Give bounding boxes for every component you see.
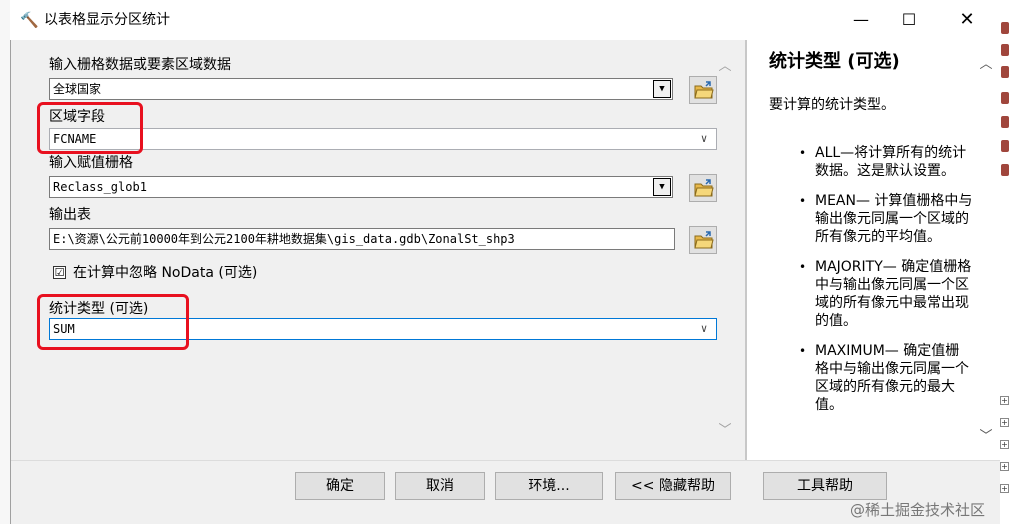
toolbox-icon [1001,140,1009,152]
expand-icon[interactable]: + [1000,418,1009,427]
dropdown-arrow-icon[interactable]: ▼ [653,178,671,196]
toolbox-icon [1001,92,1009,104]
scroll-down-icon[interactable]: ﹀ [977,428,995,446]
highlight-box-zone-field [37,102,143,154]
window-title: 以表格显示分区统计 [44,12,170,28]
expand-icon[interactable]: + [1000,462,1009,471]
background-window-left-strip [0,0,10,524]
dropdown-arrow-icon[interactable]: ▼ [653,80,671,98]
chevron-down-icon[interactable]: ∨ [696,130,712,148]
list-item: • ALL—将计算所有的统计数据。这是默认设置。 [799,145,967,179]
title-bar[interactable]: 🔨 以表格显示分区统计 — ☐ ✕ [10,0,1000,40]
parameters-scrollbar[interactable]: ︿ ﹀ [716,50,734,450]
list-item: • MAJORITY— 确定值栅格中与输出像元同属一个区域的所有像元中最常出现的值… [799,259,972,329]
browse-value-raster-button[interactable] [689,174,717,202]
button-bar-separator [11,460,1001,461]
value-raster-combo[interactable]: Reclass_glob1 ▼ [49,176,673,198]
open-folder-icon [694,231,714,249]
help-title: 统计类型 (可选) [769,51,900,72]
browse-output-button[interactable] [689,226,717,254]
minimize-button[interactable]: — [838,0,884,40]
expand-icon[interactable]: + [1000,484,1009,493]
list-item: • MAXIMUM— 确定值栅格中与输出像元同属一个区域的所有像元的最大值。 [799,343,969,413]
maximize-button[interactable]: ☐ [886,0,932,40]
ok-button[interactable]: 确定 [295,472,385,500]
cancel-button[interactable]: 取消 [395,472,485,500]
help-intro: 要计算的统计类型。 [769,97,895,113]
toolbox-icon [1001,164,1009,176]
ignore-nodata-label: 在计算中忽略 NoData (可选) [73,265,258,281]
dialog-body: 输入栅格数据或要素区域数据 全球国家 ▼ 区域字段 FCNAME ∨ 输入赋值栅… [10,40,1002,524]
input-raster-value: 全球国家 [53,82,102,96]
list-item: • MEAN— 计算值栅格中与输出像元同属一个区域的所有像元的平均值。 [799,193,973,245]
background-window-right-strip: + + + + + [1000,0,1010,524]
output-table-input[interactable]: E:\资源\公元前10000年到公元2100年耕地数据集\gis_data.gd… [49,228,675,250]
browse-input-button[interactable] [689,76,717,104]
output-table-label: 输出表 [49,207,91,223]
help-panel: 统计类型 (可选) 要计算的统计类型。 • ALL—将计算所有的统计数据。这是默认… [746,40,1002,460]
scroll-up-icon[interactable]: ︿ [716,58,734,76]
hide-help-button[interactable]: << 隐藏帮助 [615,472,731,500]
help-list: • ALL—将计算所有的统计数据。这是默认设置。 • MEAN— 计算值栅格中与输出… [793,144,973,426]
open-folder-icon [694,179,714,197]
environments-button[interactable]: 环境... [495,472,603,500]
toolbox-icon [1001,44,1009,56]
hammer-icon: 🔨 [20,11,39,29]
toolbox-icon [1001,116,1009,128]
parameters-panel: 输入栅格数据或要素区域数据 全球国家 ▼ 区域字段 FCNAME ∨ 输入赋值栅… [23,40,731,460]
zone-field-combo[interactable]: FCNAME ∨ [49,128,717,150]
value-raster-label: 输入赋值栅格 [49,155,133,171]
close-button[interactable]: ✕ [944,0,990,40]
highlight-box-stat-type [37,294,189,350]
ignore-nodata-checkbox[interactable]: ☑ [53,266,66,279]
output-table-value: E:\资源\公元前10000年到公元2100年耕地数据集\gis_data.gd… [53,232,515,246]
scroll-up-icon[interactable]: ︿ [977,56,995,74]
input-raster-label: 输入栅格数据或要素区域数据 [49,57,231,73]
input-raster-combo[interactable]: 全球国家 ▼ [49,78,673,100]
scroll-down-icon[interactable]: ﹀ [716,422,734,440]
value-raster-value: Reclass_glob1 [53,180,147,194]
panel-divider[interactable] [735,40,746,460]
help-scrollbar[interactable]: ︿ ﹀ [977,50,995,450]
expand-icon[interactable]: + [1000,440,1009,449]
toolbox-icon [1001,66,1009,78]
open-folder-icon [694,81,714,99]
toolbox-icon [1001,22,1009,34]
chevron-down-icon[interactable]: ∨ [696,320,712,338]
tool-help-button[interactable]: 工具帮助 [763,472,887,500]
expand-icon[interactable]: + [1000,396,1009,405]
watermark: @稀土掘金技术社区 [849,501,985,519]
